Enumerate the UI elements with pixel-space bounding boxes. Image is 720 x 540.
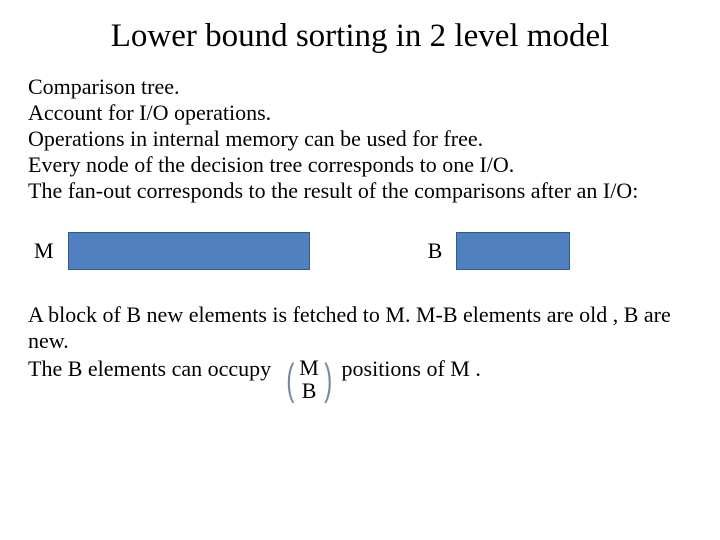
- line-2: Account for I/O operations.: [28, 100, 271, 125]
- bar-m: [68, 232, 310, 270]
- paren-left-icon: (: [286, 358, 294, 404]
- slide-title: Lower bound sorting in 2 level model: [28, 18, 692, 56]
- label-b: B: [428, 238, 443, 264]
- line-4: Every node of the decision tree correspo…: [28, 152, 514, 177]
- memory-diagram: M B: [28, 232, 692, 270]
- label-m: M: [34, 238, 54, 264]
- footer-tail: positions of M .: [342, 356, 481, 382]
- line-5: The fan-out corresponds to the result of…: [28, 178, 638, 203]
- paren-right-icon: ): [324, 358, 332, 404]
- binomial-stack: M B: [297, 356, 321, 402]
- binom-bottom: B: [302, 379, 317, 402]
- body-paragraph: Comparison tree. Account for I/O operati…: [28, 74, 692, 204]
- bar-b: [456, 232, 570, 270]
- footer-paragraph: A block of B new elements is fetched to …: [28, 302, 692, 402]
- line-1: Comparison tree.: [28, 74, 180, 99]
- binom-top: M: [299, 356, 319, 379]
- line-3: Operations in internal memory can be use…: [28, 126, 483, 151]
- footer-line-1: A block of B new elements is fetched to …: [28, 302, 692, 354]
- slide: Lower bound sorting in 2 level model Com…: [0, 0, 720, 402]
- footer-lead: The B elements can occupy: [28, 356, 277, 382]
- binomial: ( M B ): [283, 356, 336, 402]
- footer-line-2: The B elements can occupy ( M B ) positi…: [28, 356, 692, 402]
